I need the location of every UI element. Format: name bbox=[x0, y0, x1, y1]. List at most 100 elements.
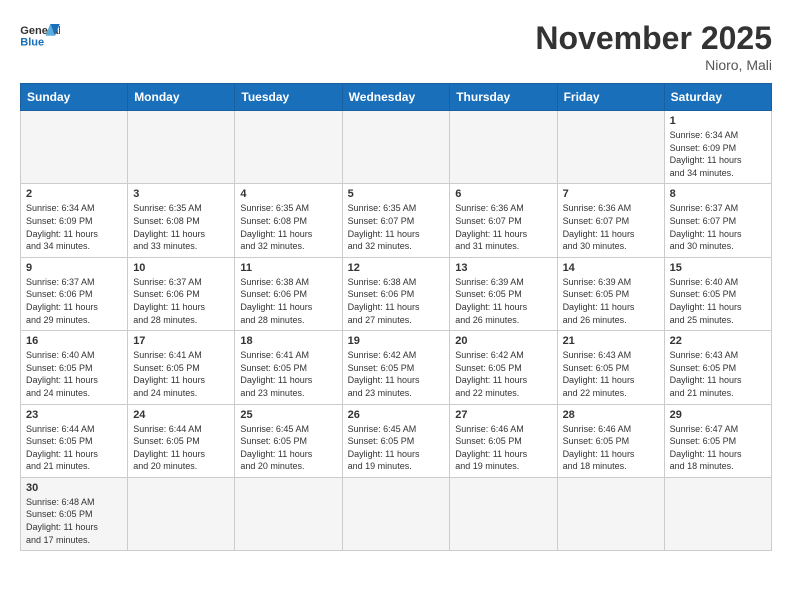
day-number: 6 bbox=[455, 188, 551, 200]
day-number: 10 bbox=[133, 262, 229, 274]
calendar-cell: 5 Sunrise: 6:35 AM Sunset: 6:07 PM Daylig… bbox=[342, 184, 450, 257]
dow-header-saturday: Saturday bbox=[664, 84, 771, 111]
calendar-cell: 3 Sunrise: 6:35 AM Sunset: 6:08 PM Daylig… bbox=[128, 184, 235, 257]
day-number: 18 bbox=[240, 335, 336, 347]
day-info: Sunrise: 6:45 AM Sunset: 6:05 PM Dayligh… bbox=[348, 423, 445, 473]
calendar-cell: 14Sunrise: 6:39 AM Sunset: 6:05 PM Dayli… bbox=[557, 257, 664, 330]
calendar-body: 1 Sunrise: 6:34 AM Sunset: 6:09 PM Daylig… bbox=[21, 111, 772, 551]
calendar-cell bbox=[557, 111, 664, 184]
day-info: Sunrise: 6:36 AM Sunset: 6:07 PM Dayligh… bbox=[563, 202, 659, 252]
day-number: 25 bbox=[240, 409, 336, 421]
calendar-cell bbox=[235, 477, 342, 550]
day-info: Sunrise: 6:37 AM Sunset: 6:07 PM Dayligh… bbox=[670, 202, 766, 252]
day-number: 7 bbox=[563, 188, 659, 200]
calendar-cell: 25 Sunrise: 6:45 AM Sunset: 6:05 PM Dayli… bbox=[235, 404, 342, 477]
day-number: 22 bbox=[670, 335, 766, 347]
day-info: Sunrise: 6:41 AM Sunset: 6:05 PM Dayligh… bbox=[240, 349, 336, 399]
day-info: Sunrise: 6:40 AM Sunset: 6:05 PM Dayligh… bbox=[26, 349, 122, 399]
location-subtitle: Nioro, Mali bbox=[535, 57, 772, 73]
week-row-3: 9 Sunrise: 6:37 AM Sunset: 6:06 PM Daylig… bbox=[21, 257, 772, 330]
week-row-5: 23 Sunrise: 6:44 AM Sunset: 6:05 PM Dayli… bbox=[21, 404, 772, 477]
day-info: Sunrise: 6:36 AM Sunset: 6:07 PM Dayligh… bbox=[455, 202, 551, 252]
day-info: Sunrise: 6:42 AM Sunset: 6:05 PM Dayligh… bbox=[348, 349, 445, 399]
calendar-cell bbox=[21, 111, 128, 184]
calendar-cell: 2 Sunrise: 6:34 AM Sunset: 6:09 PM Daylig… bbox=[21, 184, 128, 257]
calendar-cell: 15 Sunrise: 6:40 AM Sunset: 6:05 PM Dayli… bbox=[664, 257, 771, 330]
title-block: November 2025 Nioro, Mali bbox=[535, 20, 772, 73]
day-number: 27 bbox=[455, 409, 551, 421]
calendar-cell: 27 Sunrise: 6:46 AM Sunset: 6:05 PM Dayli… bbox=[450, 404, 557, 477]
day-info: Sunrise: 6:41 AM Sunset: 6:05 PM Dayligh… bbox=[133, 349, 229, 399]
dow-header-friday: Friday bbox=[557, 84, 664, 111]
calendar-cell: 9 Sunrise: 6:37 AM Sunset: 6:06 PM Daylig… bbox=[21, 257, 128, 330]
calendar-table: SundayMondayTuesdayWednesdayThursdayFrid… bbox=[20, 83, 772, 551]
day-info: Sunrise: 6:34 AM Sunset: 6:09 PM Dayligh… bbox=[670, 129, 766, 179]
day-info: Sunrise: 6:37 AM Sunset: 6:06 PM Dayligh… bbox=[133, 276, 229, 326]
day-info: Sunrise: 6:40 AM Sunset: 6:05 PM Dayligh… bbox=[670, 276, 766, 326]
day-number: 20 bbox=[455, 335, 551, 347]
day-info: Sunrise: 6:42 AM Sunset: 6:05 PM Dayligh… bbox=[455, 349, 551, 399]
week-row-6: 30 Sunrise: 6:48 AM Sunset: 6:05 PM Dayli… bbox=[21, 477, 772, 550]
calendar-cell bbox=[664, 477, 771, 550]
day-number: 4 bbox=[240, 188, 336, 200]
week-row-2: 2 Sunrise: 6:34 AM Sunset: 6:09 PM Daylig… bbox=[21, 184, 772, 257]
calendar-cell bbox=[557, 477, 664, 550]
calendar-cell bbox=[128, 111, 235, 184]
calendar-cell: 1 Sunrise: 6:34 AM Sunset: 6:09 PM Daylig… bbox=[664, 111, 771, 184]
day-info: Sunrise: 6:35 AM Sunset: 6:08 PM Dayligh… bbox=[133, 202, 229, 252]
calendar-cell: 28Sunrise: 6:46 AM Sunset: 6:05 PM Dayli… bbox=[557, 404, 664, 477]
day-info: Sunrise: 6:37 AM Sunset: 6:06 PM Dayligh… bbox=[26, 276, 122, 326]
day-number: 2 bbox=[26, 188, 122, 200]
calendar-cell: 20 Sunrise: 6:42 AM Sunset: 6:05 PM Dayli… bbox=[450, 331, 557, 404]
day-number: 14 bbox=[563, 262, 659, 274]
calendar-cell bbox=[342, 477, 450, 550]
days-of-week-row: SundayMondayTuesdayWednesdayThursdayFrid… bbox=[21, 84, 772, 111]
calendar-cell: 7 Sunrise: 6:36 AM Sunset: 6:07 PM Daylig… bbox=[557, 184, 664, 257]
calendar-cell: 8Sunrise: 6:37 AM Sunset: 6:07 PM Daylig… bbox=[664, 184, 771, 257]
day-info: Sunrise: 6:35 AM Sunset: 6:08 PM Dayligh… bbox=[240, 202, 336, 252]
day-info: Sunrise: 6:45 AM Sunset: 6:05 PM Dayligh… bbox=[240, 423, 336, 473]
svg-text:Blue: Blue bbox=[20, 36, 44, 48]
day-number: 26 bbox=[348, 409, 445, 421]
calendar-cell bbox=[128, 477, 235, 550]
day-number: 9 bbox=[26, 262, 122, 274]
calendar-cell: 10 Sunrise: 6:37 AM Sunset: 6:06 PM Dayli… bbox=[128, 257, 235, 330]
day-number: 21 bbox=[563, 335, 659, 347]
day-info: Sunrise: 6:44 AM Sunset: 6:05 PM Dayligh… bbox=[133, 423, 229, 473]
page-header: General Blue November 2025 Nioro, Mali bbox=[20, 20, 772, 73]
calendar-cell: 23 Sunrise: 6:44 AM Sunset: 6:05 PM Dayli… bbox=[21, 404, 128, 477]
calendar-cell: 12Sunrise: 6:38 AM Sunset: 6:06 PM Dayli… bbox=[342, 257, 450, 330]
day-info: Sunrise: 6:46 AM Sunset: 6:05 PM Dayligh… bbox=[455, 423, 551, 473]
day-number: 13 bbox=[455, 262, 551, 274]
calendar-cell: 6 Sunrise: 6:36 AM Sunset: 6:07 PM Daylig… bbox=[450, 184, 557, 257]
calendar-cell: 17Sunrise: 6:41 AM Sunset: 6:05 PM Dayli… bbox=[128, 331, 235, 404]
logo: General Blue bbox=[20, 20, 60, 50]
calendar-cell bbox=[450, 111, 557, 184]
day-number: 19 bbox=[348, 335, 445, 347]
week-row-1: 1 Sunrise: 6:34 AM Sunset: 6:09 PM Daylig… bbox=[21, 111, 772, 184]
calendar-cell bbox=[450, 477, 557, 550]
calendar-cell: 22 Sunrise: 6:43 AM Sunset: 6:05 PM Dayli… bbox=[664, 331, 771, 404]
calendar-cell: 19 Sunrise: 6:42 AM Sunset: 6:05 PM Dayli… bbox=[342, 331, 450, 404]
calendar-cell: 26 Sunrise: 6:45 AM Sunset: 6:05 PM Dayli… bbox=[342, 404, 450, 477]
day-number: 5 bbox=[348, 188, 445, 200]
day-info: Sunrise: 6:44 AM Sunset: 6:05 PM Dayligh… bbox=[26, 423, 122, 473]
day-info: Sunrise: 6:43 AM Sunset: 6:05 PM Dayligh… bbox=[670, 349, 766, 399]
calendar-cell: 11Sunrise: 6:38 AM Sunset: 6:06 PM Dayli… bbox=[235, 257, 342, 330]
day-number: 16 bbox=[26, 335, 122, 347]
day-number: 3 bbox=[133, 188, 229, 200]
day-number: 1 bbox=[670, 115, 766, 127]
day-number: 28 bbox=[563, 409, 659, 421]
calendar-cell: 18 Sunrise: 6:41 AM Sunset: 6:05 PM Dayli… bbox=[235, 331, 342, 404]
day-info: Sunrise: 6:34 AM Sunset: 6:09 PM Dayligh… bbox=[26, 202, 122, 252]
day-info: Sunrise: 6:47 AM Sunset: 6:05 PM Dayligh… bbox=[670, 423, 766, 473]
day-info: Sunrise: 6:35 AM Sunset: 6:07 PM Dayligh… bbox=[348, 202, 445, 252]
day-number: 30 bbox=[26, 482, 122, 494]
calendar-cell: 24Sunrise: 6:44 AM Sunset: 6:05 PM Dayli… bbox=[128, 404, 235, 477]
calendar-cell: 13Sunrise: 6:39 AM Sunset: 6:05 PM Dayli… bbox=[450, 257, 557, 330]
day-info: Sunrise: 6:48 AM Sunset: 6:05 PM Dayligh… bbox=[26, 496, 122, 546]
dow-header-sunday: Sunday bbox=[21, 84, 128, 111]
calendar-cell bbox=[342, 111, 450, 184]
day-number: 23 bbox=[26, 409, 122, 421]
day-number: 15 bbox=[670, 262, 766, 274]
